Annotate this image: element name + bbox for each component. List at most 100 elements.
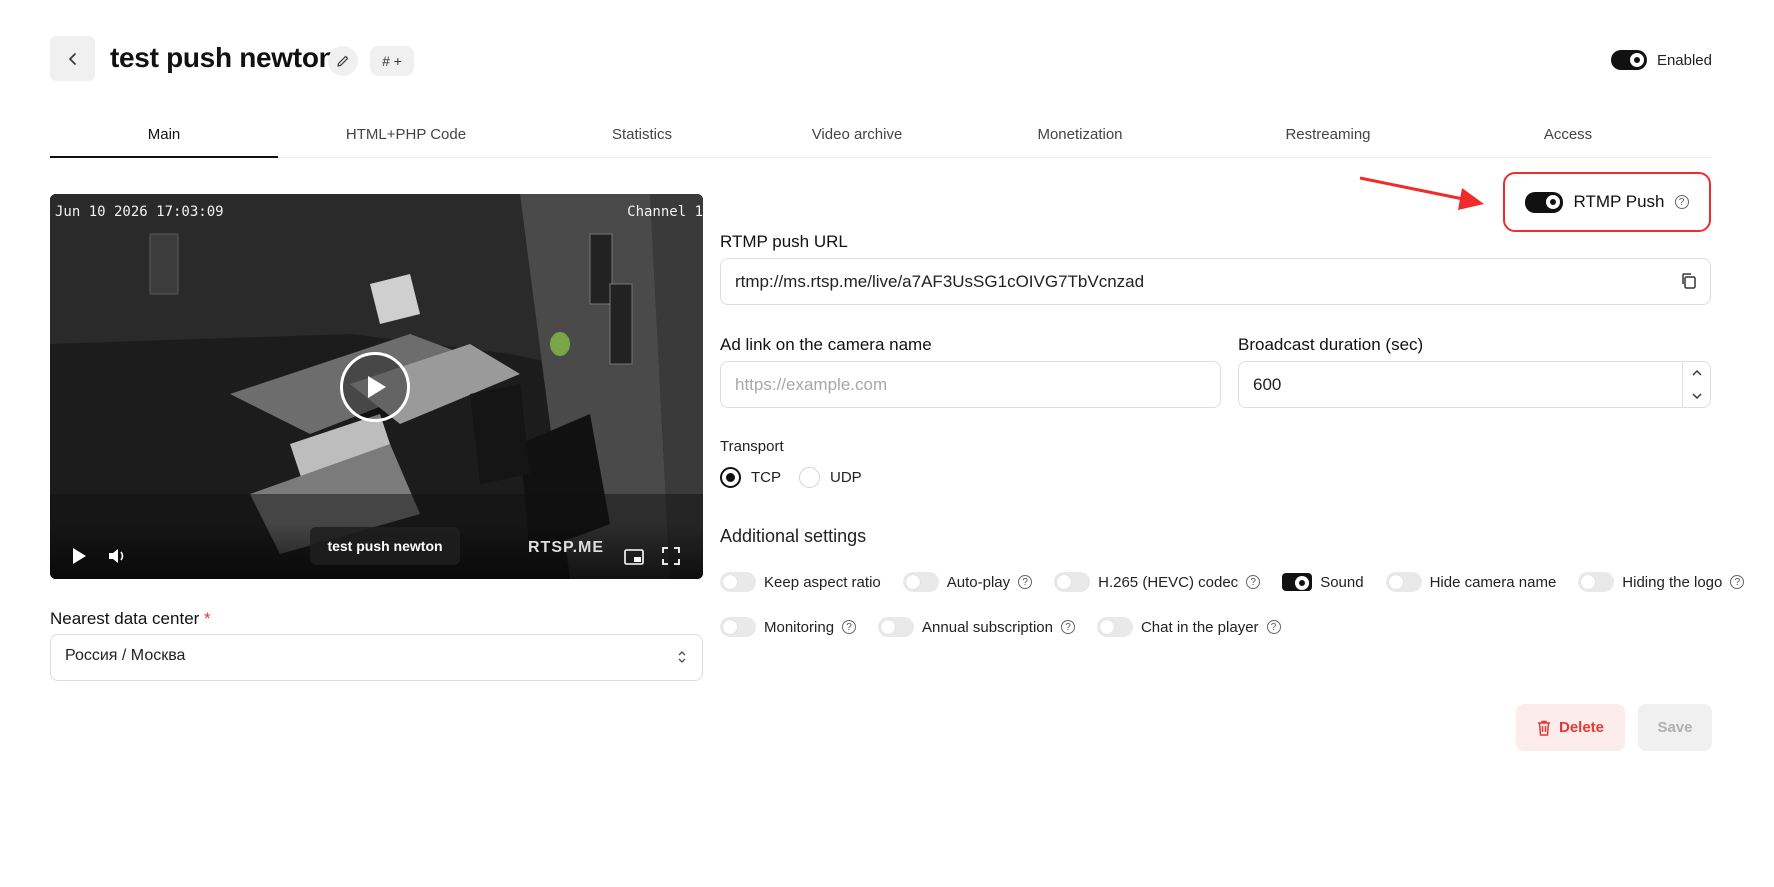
- chat-in-player-toggle[interactable]: [1096, 617, 1133, 637]
- ad-link-input[interactable]: https://example.com: [720, 361, 1221, 408]
- help-icon[interactable]: ?: [1060, 620, 1075, 634]
- setting-keep-aspect-ratio[interactable]: Keep aspect ratio: [720, 572, 881, 592]
- increment-button[interactable]: [1691, 369, 1703, 377]
- setting-h265-codec[interactable]: H.265 (HEVC) codec ?: [1054, 572, 1261, 592]
- trash-icon: [1537, 720, 1550, 736]
- setting-chat-in-player[interactable]: Chat in the player ?: [1096, 617, 1281, 637]
- fullscreen-button[interactable]: [662, 547, 680, 565]
- settings-row-2: Monitoring ? Annual subscription ? Chat …: [720, 617, 1303, 637]
- ad-link-placeholder: https://example.com: [735, 374, 888, 394]
- tab-main[interactable]: Main: [50, 120, 278, 158]
- data-center-value: Россия / Москва: [65, 647, 186, 664]
- auto-play-toggle[interactable]: [902, 572, 939, 592]
- rtmp-push-toggle-group: RTMP Push ?: [1503, 172, 1711, 232]
- decrement-button[interactable]: [1691, 392, 1703, 400]
- keep-aspect-ratio-toggle[interactable]: [720, 572, 756, 592]
- enabled-switch[interactable]: Enabled: [1610, 50, 1712, 70]
- video-timestamp: Jun 10 2026 17:03:09: [55, 204, 224, 220]
- picture-in-picture-button[interactable]: [624, 549, 644, 565]
- video-camera-name: test push newton: [310, 527, 460, 565]
- setting-sound[interactable]: Sound: [1282, 573, 1364, 591]
- video-player[interactable]: Jun 10 2026 17:03:09 Channel 1 test push…: [50, 194, 703, 579]
- sound-toggle[interactable]: [1282, 573, 1313, 591]
- annual-subscription-toggle[interactable]: [878, 617, 915, 637]
- enabled-toggle[interactable]: [1610, 50, 1647, 70]
- tab-html-php-code[interactable]: HTML+PHP Code: [278, 120, 534, 158]
- data-center-select[interactable]: Россия / Москва: [50, 634, 703, 681]
- h265-codec-toggle[interactable]: [1054, 572, 1091, 592]
- additional-settings-title: Additional settings: [720, 526, 867, 546]
- play-icon: [73, 548, 86, 564]
- data-center-label: Nearest data center *: [50, 609, 211, 629]
- broadcast-duration-input[interactable]: 600: [1238, 361, 1711, 408]
- monitoring-toggle[interactable]: [720, 617, 756, 637]
- transport-tcp-label: TCP: [751, 469, 781, 486]
- setting-hiding-logo[interactable]: Hiding the logo ?: [1578, 572, 1745, 592]
- tab-video-archive[interactable]: Video archive: [750, 120, 964, 158]
- annotation-arrow: [1359, 176, 1484, 210]
- tab-restreaming[interactable]: Restreaming: [1196, 120, 1460, 158]
- setting-label: Auto-play: [946, 573, 1011, 591]
- transport-udp-radio[interactable]: [799, 467, 820, 488]
- video-channel: Channel 1: [627, 204, 703, 220]
- delete-button[interactable]: Delete: [1516, 704, 1625, 751]
- rtmp-url-value: rtmp://ms.rtsp.me/live/a7AF3UsSG1cOIVG7T…: [735, 271, 1145, 291]
- transport-udp-label: UDP: [830, 469, 862, 486]
- setting-label: H.265 (HEVC) codec: [1098, 573, 1239, 591]
- help-icon[interactable]: ?: [1246, 575, 1261, 589]
- number-stepper: [1682, 362, 1710, 407]
- settings-row-1: Keep aspect ratio Auto-play ? H.265 (HEV…: [720, 572, 1745, 592]
- copy-icon[interactable]: [1680, 272, 1698, 290]
- play-button[interactable]: [70, 547, 88, 565]
- required-mark: *: [204, 609, 211, 628]
- fullscreen-icon: [662, 547, 680, 565]
- edit-title-button[interactable]: [328, 46, 358, 76]
- rtmp-push-toggle[interactable]: [1525, 191, 1564, 213]
- setting-label: Hiding the logo: [1622, 573, 1723, 591]
- setting-hide-camera-name[interactable]: Hide camera name: [1385, 572, 1557, 592]
- help-icon[interactable]: ?: [1266, 620, 1281, 634]
- rtmp-url-label: RTMP push URL: [720, 232, 848, 251]
- tab-statistics[interactable]: Statistics: [534, 120, 750, 158]
- setting-label: Keep aspect ratio: [764, 573, 881, 591]
- hide-camera-name-toggle[interactable]: [1385, 572, 1422, 592]
- chevron-updown-icon: [678, 651, 686, 663]
- page-title: test push newton: [110, 42, 336, 73]
- picture-in-picture-icon: [624, 549, 644, 565]
- chevron-left-icon: [68, 52, 76, 65]
- transport-tcp-radio[interactable]: [720, 467, 741, 488]
- speaker-icon: [109, 549, 124, 563]
- hiding-logo-toggle[interactable]: [1578, 572, 1615, 592]
- transport-label: Transport: [720, 438, 784, 455]
- data-center-label-text: Nearest data center: [50, 609, 200, 628]
- chevron-up-icon: [1692, 370, 1701, 376]
- setting-label: Annual subscription: [922, 618, 1053, 636]
- setting-label: Hide camera name: [1429, 573, 1557, 591]
- setting-label: Monitoring: [764, 618, 835, 636]
- delete-button-label: Delete: [1558, 719, 1605, 736]
- help-icon[interactable]: ?: [842, 620, 857, 634]
- pencil-icon: [337, 55, 349, 67]
- tab-monetization[interactable]: Monetization: [964, 120, 1196, 158]
- back-button[interactable]: [50, 36, 95, 81]
- broadcast-duration-value: 600: [1253, 374, 1282, 394]
- setting-label: Sound: [1320, 573, 1364, 591]
- help-icon[interactable]: ?: [1018, 575, 1033, 589]
- setting-annual-subscription[interactable]: Annual subscription ?: [878, 617, 1075, 637]
- rtmp-push-label: RTMP Push: [1573, 192, 1665, 211]
- add-tag-button[interactable]: # +: [370, 46, 414, 76]
- setting-monitoring[interactable]: Monitoring ?: [720, 617, 857, 637]
- setting-label: Chat in the player: [1140, 618, 1259, 636]
- enabled-label: Enabled: [1656, 51, 1712, 69]
- ad-link-label: Ad link on the camera name: [720, 335, 932, 354]
- help-icon[interactable]: ?: [1730, 575, 1745, 589]
- volume-button[interactable]: [108, 547, 128, 565]
- tab-access[interactable]: Access: [1460, 120, 1676, 158]
- chevron-down-icon: [1692, 393, 1701, 399]
- transport-radio-group: TCP UDP: [720, 467, 862, 488]
- setting-auto-play[interactable]: Auto-play ?: [902, 572, 1033, 592]
- rtmp-url-field[interactable]: rtmp://ms.rtsp.me/live/a7AF3UsSG1cOIVG7T…: [720, 258, 1711, 305]
- play-overlay-button[interactable]: [340, 352, 410, 422]
- save-button[interactable]: Save: [1638, 704, 1712, 751]
- help-icon[interactable]: ?: [1674, 195, 1689, 209]
